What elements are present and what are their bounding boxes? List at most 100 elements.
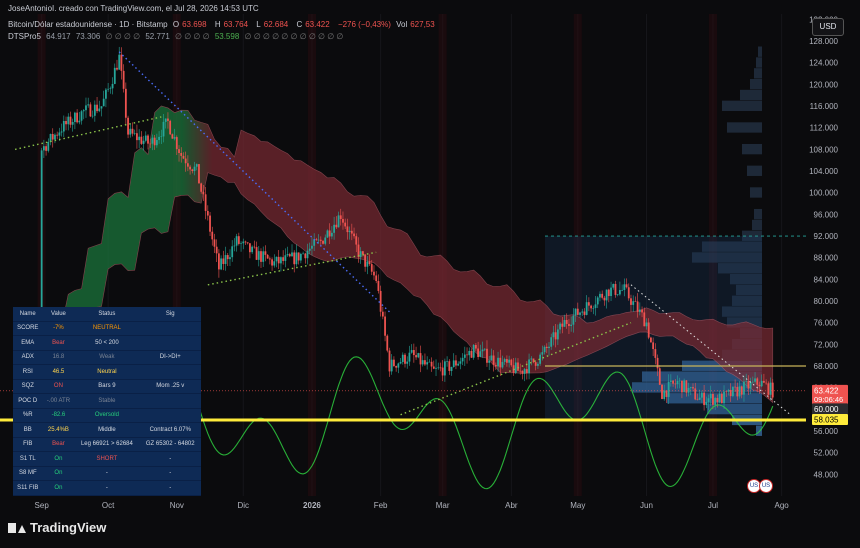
candle-body [494, 364, 497, 367]
y-axis-tick-label: 56.000 [814, 427, 839, 436]
candle-body [428, 361, 431, 363]
stats-cell-status: Middle [74, 422, 140, 438]
stats-row: RSI 46.5 Neutral [13, 364, 201, 380]
volume-profile-bar [740, 89, 762, 101]
stats-cell-status: Weak [74, 350, 140, 365]
candle-body [133, 133, 136, 134]
stats-cell-name: SQZ [13, 379, 43, 394]
candle-body [268, 258, 271, 260]
candle-body [625, 284, 628, 288]
candle-body [656, 357, 659, 369]
candle-body [220, 258, 223, 270]
stats-cell-value: 46.5 [42, 364, 75, 380]
candle-body [521, 370, 524, 374]
candle-body [65, 120, 67, 125]
candle-body [302, 253, 304, 255]
candle-body [370, 264, 373, 272]
candle-body [386, 335, 389, 351]
currency-button[interactable]: USD [812, 18, 844, 36]
volume-profile-bar [754, 208, 762, 220]
candle-body [333, 224, 336, 233]
tradingview-mark-icon [8, 522, 26, 533]
candle-body [705, 401, 708, 406]
candle-body [401, 354, 404, 362]
candle-body [707, 398, 710, 402]
candle-body [271, 259, 273, 266]
us-flag-event-icon-2[interactable]: US [759, 479, 773, 493]
candle-body [661, 384, 663, 399]
candle-body [488, 360, 491, 363]
candle-body [417, 353, 420, 358]
candle-body [180, 153, 183, 156]
candle-body [581, 311, 584, 313]
stats-cell-status: - [74, 466, 140, 481]
volume-profile-bar [758, 46, 762, 57]
candle-body [441, 367, 444, 376]
candle-body [266, 254, 269, 259]
candle-body [676, 380, 679, 385]
candle-body [654, 349, 657, 358]
stats-table: Name Value Status Sig SCORE -7% NEUTRAL EMA Bear… [13, 307, 201, 496]
attribution-text: JoseAntonioI. creado con TradingView.com… [8, 4, 259, 13]
stats-column-header: Status [74, 307, 140, 322]
candle-body [359, 251, 362, 258]
candle-body [714, 397, 717, 405]
candle-body [641, 309, 643, 313]
candle-body [731, 386, 734, 397]
stats-row: EMA Bear 50 < 200 [13, 335, 201, 351]
stats-row: %R -82.6 Oversold [13, 408, 201, 423]
candle-body [514, 362, 517, 373]
tradingview-logo[interactable]: TradingView [8, 520, 106, 535]
candle-body [284, 255, 287, 261]
stats-column-header: Value [42, 307, 75, 322]
candle-body [384, 316, 386, 336]
candle-body [251, 246, 254, 253]
candle-body [151, 137, 154, 144]
stats-row: POC D -.00 ATR Stable [13, 393, 201, 409]
indicator-line[interactable]: DTSPro5 64.917 73.306 ∅ ∅ ∅ ∅ 52.771 ∅ ∅… [8, 32, 346, 41]
level-58-label: 58.035 [814, 415, 839, 424]
candle-body [747, 381, 750, 389]
stats-cell-sig [139, 335, 201, 351]
candle-body [492, 355, 495, 365]
volume-profile-bar [747, 165, 762, 176]
y-axis-tick-label: 120.000 [809, 80, 838, 89]
y-axis-tick-label: 108.000 [809, 145, 838, 154]
candle-body [506, 359, 508, 363]
candle-body [51, 134, 54, 140]
candle-body [607, 289, 610, 297]
candle-body [716, 397, 719, 403]
stats-cell-name: RSI [13, 364, 43, 380]
candle-body [687, 387, 690, 393]
stats-row: S8 MF On - - [13, 466, 201, 481]
candle-body [54, 134, 56, 140]
candle-body [198, 164, 200, 184]
candle-body [754, 378, 756, 382]
candle-body [424, 360, 426, 365]
volume-profile-bar [750, 78, 762, 90]
candle-body [339, 215, 342, 219]
candle-body [67, 116, 70, 125]
stats-cell-sig: - [139, 480, 201, 496]
candle-body [758, 384, 761, 387]
indicator-name[interactable]: DTSPro5 [8, 32, 41, 41]
candle-body [255, 247, 258, 260]
candle-body [667, 381, 670, 397]
stats-cell-sig: GZ 65302 - 64802 [139, 437, 201, 452]
candle-body [627, 287, 630, 299]
candle-body [497, 357, 499, 367]
candle-body [406, 361, 409, 364]
candle-body [158, 136, 160, 141]
candle-body [632, 301, 635, 305]
x-axis-tick-label: Oct [102, 501, 115, 510]
stats-cell-status: 50 < 200 [74, 335, 140, 351]
candle-body [362, 251, 364, 255]
x-axis-tick-label: Dic [237, 501, 249, 510]
y-axis-tick-label: 112.000 [810, 124, 839, 133]
candle-body [769, 382, 772, 395]
candle-body [543, 346, 546, 353]
y-axis-tick-label: 116.000 [810, 102, 839, 111]
symbol-name[interactable]: Bitcoin/Dólar estadounidense · 1D · Bits… [8, 20, 168, 29]
indicator-value-3: 52.771 [145, 32, 170, 41]
candle-body [703, 392, 705, 406]
